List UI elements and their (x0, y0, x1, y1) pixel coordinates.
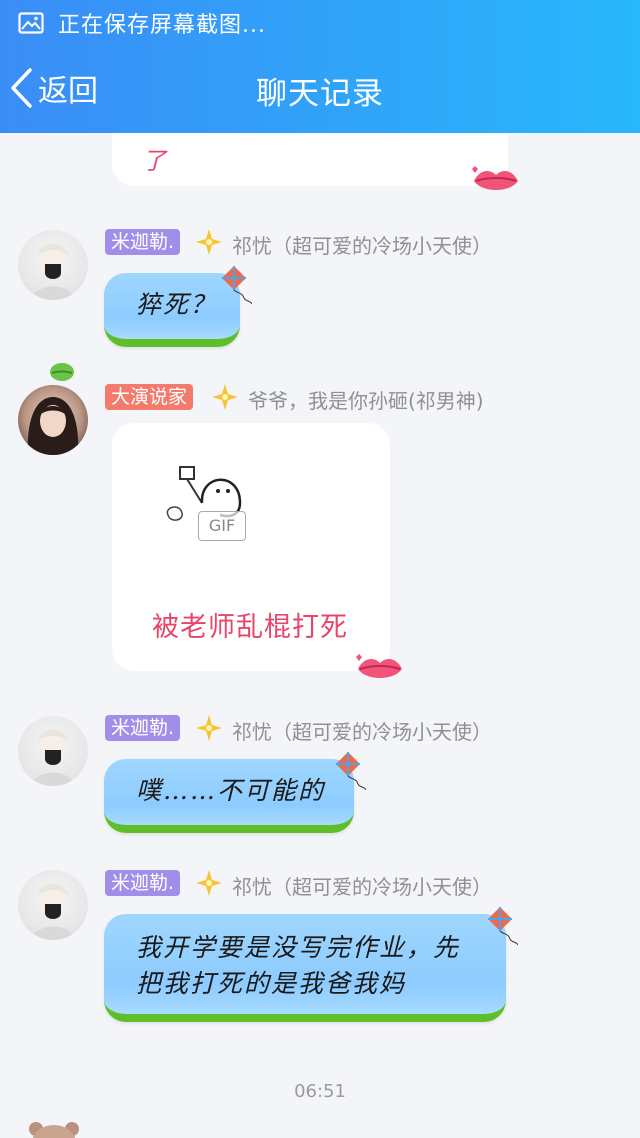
kite-icon (488, 907, 518, 945)
back-label: 返回 (38, 74, 98, 109)
timestamp: 06:51 (294, 1081, 346, 1102)
avatar[interactable] (18, 870, 88, 940)
message-bubble[interactable]: 我开学要是没写完作业，先 把我打死的是我爸我妈 (104, 914, 506, 1022)
sparkle-icon (196, 715, 222, 741)
message-text: 了 (142, 147, 166, 175)
kite-icon (222, 266, 252, 304)
message-bubble[interactable]: 了 (112, 133, 508, 186)
image-icon (18, 12, 44, 34)
sender-tag: 米迦勒. (105, 715, 181, 741)
sparkle-icon (196, 870, 222, 896)
sender-tag: 大演说家 (105, 384, 194, 410)
lips-icon (356, 654, 402, 678)
avatar[interactable] (18, 230, 88, 300)
sender-tag: 米迦勒. (105, 870, 181, 896)
message-text: 噗……不可能的 (136, 776, 326, 805)
nickname: 祁忧（超可爱的冷场小天使） (232, 720, 492, 744)
bear-avatar-icon[interactable] (26, 1119, 82, 1138)
avatar[interactable] (18, 716, 88, 786)
nickname: 爷爷，我是你孙砸(祁男神) (248, 389, 484, 413)
message-text-line2: 把我打死的是我爸我妈 (136, 969, 407, 998)
message-text: 被老师乱棍打死 (152, 612, 348, 643)
status-bar: 正在保存屏幕截图... (18, 8, 266, 38)
chevron-left-icon (11, 68, 32, 108)
nickname: 祁忧（超可爱的冷场小天使） (232, 234, 492, 258)
avatar-figure (32, 730, 74, 786)
kite-icon (336, 752, 366, 790)
avatar-figure (32, 884, 74, 940)
avatar-figure (32, 244, 74, 300)
message-bubble[interactable]: 噗……不可能的 (104, 759, 354, 833)
status-text: 正在保存屏幕截图... (58, 13, 266, 38)
sparkle-icon (196, 229, 222, 255)
message-text: 猝死？ (136, 290, 218, 319)
lips-icon (472, 166, 518, 190)
chat-history[interactable]: 了 米迦勒. 祁忧（超可爱的冷场小天使） 猝死？ 大演说家 爷爷，我是你孙砸(祁… (0, 133, 640, 1138)
leaf-icon (50, 363, 74, 381)
back-button[interactable]: 返回 (8, 66, 98, 110)
top-bar: 正在保存屏幕截图... 返回 聊天记录 (0, 0, 640, 133)
sparkle-icon (212, 384, 238, 410)
avatar-figure (27, 397, 79, 455)
message-text-line1: 我开学要是没写完作业，先 (136, 933, 461, 962)
nickname: 祁忧（超可爱的冷场小天使） (232, 875, 492, 899)
sender-tag: 米迦勒. (105, 229, 181, 255)
gif-badge: GIF (198, 511, 246, 541)
avatar[interactable] (18, 385, 88, 455)
